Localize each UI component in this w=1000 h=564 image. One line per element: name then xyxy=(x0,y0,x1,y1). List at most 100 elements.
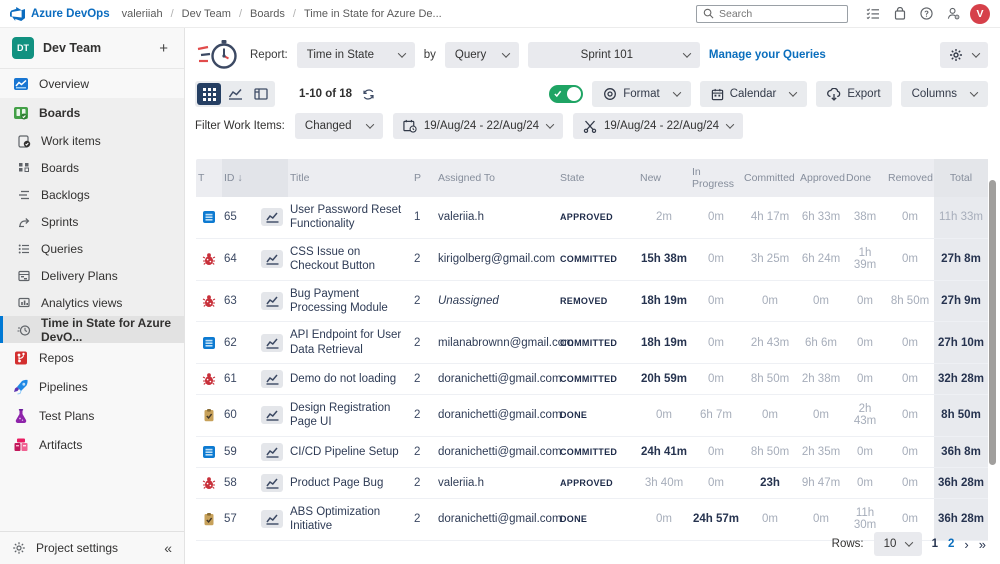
sidebar-item-time-in-state[interactable]: Time in State for Azure DevO... xyxy=(0,316,184,343)
project-settings[interactable]: Project settings « xyxy=(0,531,184,564)
sidebar-item-label: Artifacts xyxy=(39,438,82,452)
col-priority[interactable]: P xyxy=(412,167,436,189)
team-header[interactable]: DT Dev Team + xyxy=(0,28,184,69)
open-chart-button[interactable] xyxy=(261,208,283,226)
calendar-button[interactable]: Calendar xyxy=(700,81,808,107)
search-input[interactable] xyxy=(719,8,841,20)
cell-committed: 0m xyxy=(742,403,798,427)
sidebar-item-label: Work items xyxy=(41,134,101,148)
pipelines-icon xyxy=(13,379,29,395)
settings-dropdown-button[interactable] xyxy=(940,42,988,68)
sidebar-item-boards-sub[interactable]: Boards xyxy=(0,154,184,181)
col-done[interactable]: Done xyxy=(844,167,886,189)
col-state[interactable]: State xyxy=(558,167,638,189)
query-select[interactable]: Sprint 101 xyxy=(528,42,700,68)
sidebar-item-boards[interactable]: Boards xyxy=(0,98,184,127)
sidebar-item-artifacts[interactable]: Artifacts xyxy=(0,430,184,459)
col-committed[interactable]: Committed xyxy=(742,167,798,189)
sidebar-item-sprints[interactable]: Sprints xyxy=(0,208,184,235)
columns-button[interactable]: Columns xyxy=(901,81,988,107)
open-chart-button[interactable] xyxy=(261,443,283,461)
work-item-title[interactable]: API Endpoint for User Data Retrieval xyxy=(288,322,412,363)
open-chart-button[interactable] xyxy=(261,370,283,388)
breadcrumb-item[interactable]: Boards xyxy=(250,8,285,20)
search-box[interactable] xyxy=(696,5,848,23)
open-chart-button[interactable] xyxy=(261,292,283,310)
open-chart-button[interactable] xyxy=(261,474,283,492)
report-type-select[interactable]: Time in State xyxy=(297,42,415,68)
refresh-icon[interactable] xyxy=(362,88,375,101)
sidebar-item-backlogs[interactable]: Backlogs xyxy=(0,181,184,208)
sidebar-item-test-plans[interactable]: Test Plans xyxy=(0,401,184,430)
add-project-item-button[interactable]: + xyxy=(155,40,172,57)
open-chart-button[interactable] xyxy=(261,334,283,352)
col-in-progress[interactable]: In Progress xyxy=(690,161,742,195)
work-item-title[interactable]: CSS Issue on Checkout Button xyxy=(288,239,412,280)
date-range-select-2[interactable]: 19/Aug/24 - 22/Aug/24 xyxy=(573,113,743,139)
work-item-title[interactable]: ABS Optimization Initiative xyxy=(288,499,412,540)
cell-done: 2h 43m xyxy=(844,397,886,433)
open-chart-button[interactable] xyxy=(261,510,283,528)
col-assigned-to[interactable]: Assigned To xyxy=(436,167,558,189)
format-button[interactable]: Format xyxy=(592,81,690,107)
page-link[interactable]: 2 xyxy=(948,538,954,550)
table-row: 65User Password Reset Functionality1vale… xyxy=(196,197,988,239)
last-page-button[interactable]: » xyxy=(979,537,986,552)
col-title[interactable]: Title xyxy=(288,167,412,189)
cell-in-progress: 0m xyxy=(690,471,742,495)
analytics-views-icon xyxy=(17,296,31,310)
user-avatar[interactable]: V xyxy=(970,4,990,24)
export-button[interactable]: Export xyxy=(816,81,891,107)
azure-devops-home[interactable]: Azure DevOps xyxy=(10,6,110,21)
work-item-title[interactable]: Demo do not loading xyxy=(288,366,412,392)
row-count: 1-10 of 18 xyxy=(299,88,352,100)
sidebar-item-work-items[interactable]: Work items xyxy=(0,127,184,154)
toggle-on[interactable] xyxy=(549,85,583,103)
next-page-button[interactable]: › xyxy=(964,537,968,552)
sidebar-item-analytics-views[interactable]: Analytics views xyxy=(0,289,184,316)
col-approved[interactable]: Approved xyxy=(798,167,844,189)
work-item-title[interactable]: Product Page Bug xyxy=(288,470,412,496)
date-range-select-1[interactable]: 19/Aug/24 - 22/Aug/24 xyxy=(393,113,563,139)
by-select[interactable]: Query xyxy=(445,42,519,68)
changed-filter-select[interactable]: Changed xyxy=(295,113,383,139)
grid-view-button[interactable] xyxy=(197,83,221,105)
marketplace-bag-icon[interactable] xyxy=(894,7,906,20)
vertical-scrollbar[interactable] xyxy=(989,180,996,465)
col-total[interactable]: Total xyxy=(934,159,988,197)
board-view-button[interactable] xyxy=(249,83,273,105)
sidebar-item-repos[interactable]: Repos xyxy=(0,343,184,372)
sidebar-item-overview[interactable]: Overview xyxy=(0,69,184,98)
timer-logo-icon xyxy=(195,37,241,73)
breadcrumb-item[interactable]: Dev Team xyxy=(182,8,231,20)
sidebar-item-delivery-plans[interactable]: Delivery Plans xyxy=(0,262,184,289)
col-id-sorted[interactable]: ID ↓ xyxy=(222,159,288,197)
col-type[interactable]: T xyxy=(196,167,222,189)
help-icon[interactable] xyxy=(920,7,933,20)
cell-total: 8h 50m xyxy=(934,395,988,436)
col-new[interactable]: New xyxy=(638,167,690,189)
open-chart-button[interactable] xyxy=(261,250,283,268)
chart-cell xyxy=(256,400,288,430)
col-removed[interactable]: Removed xyxy=(886,167,934,189)
manage-queries-link[interactable]: Manage your Queries xyxy=(709,49,826,61)
work-item-title[interactable]: User Password Reset Functionality xyxy=(288,197,412,238)
work-item-id: 58 xyxy=(222,471,256,495)
sidebar-item-queries[interactable]: Queries xyxy=(0,235,184,262)
backlogs-icon xyxy=(17,188,31,202)
work-item-title[interactable]: Bug Payment Processing Module xyxy=(288,281,412,322)
cell-committed: 0m xyxy=(742,289,798,313)
work-item-title[interactable]: CI/CD Pipeline Setup xyxy=(288,439,412,465)
breadcrumb-item[interactable]: valeriiah xyxy=(122,8,163,20)
work-item-title[interactable]: Design Registration Page UI xyxy=(288,395,412,436)
breadcrumb-item[interactable]: Time in State for Azure De... xyxy=(304,8,442,20)
open-chart-button[interactable] xyxy=(261,406,283,424)
user-settings-icon[interactable] xyxy=(947,7,960,20)
rows-per-page-select[interactable]: 10 xyxy=(874,532,922,556)
chart-view-button[interactable] xyxy=(223,83,247,105)
page-current[interactable]: 1 xyxy=(932,538,938,550)
rows-label: Rows: xyxy=(832,538,864,550)
collapse-sidebar-button[interactable]: « xyxy=(164,540,172,556)
sidebar-item-pipelines[interactable]: Pipelines xyxy=(0,372,184,401)
task-list-icon[interactable] xyxy=(866,8,880,20)
